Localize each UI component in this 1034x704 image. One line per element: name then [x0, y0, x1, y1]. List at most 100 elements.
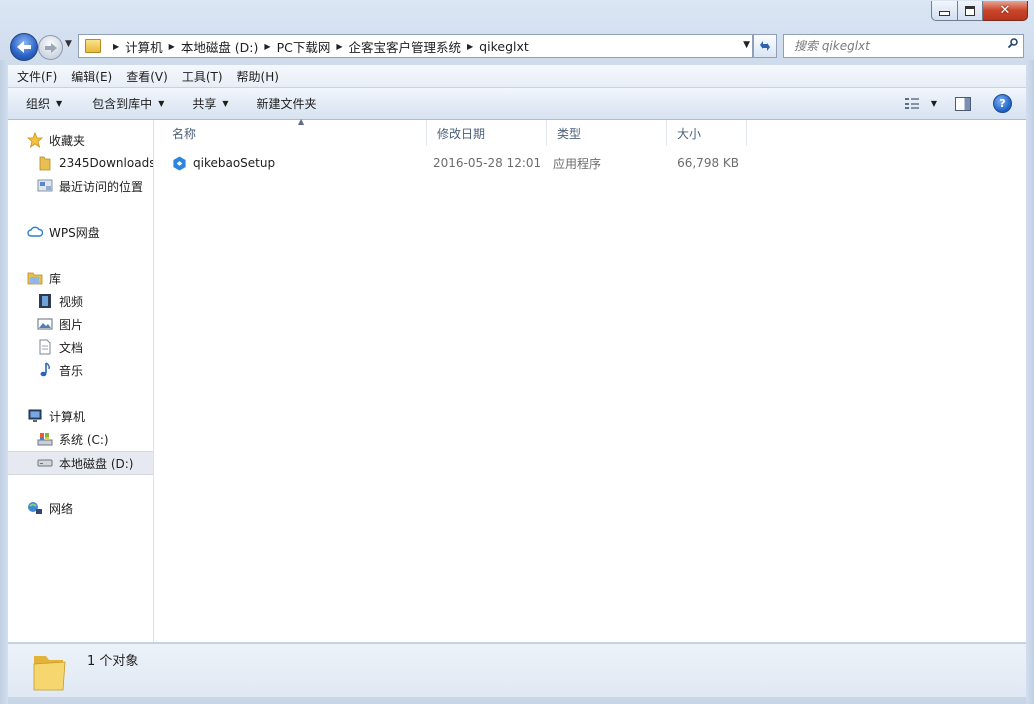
nav-libraries-label: 库 [49, 271, 62, 286]
nav-item-drive-d[interactable]: 本地磁盘 (D:) [8, 451, 153, 475]
window-border-right [1026, 60, 1034, 704]
nav-item-pictures[interactable]: 图片 [8, 313, 153, 335]
minimize-icon [939, 11, 950, 16]
refresh-button[interactable] [753, 34, 777, 58]
file-size: 66,798 KB [677, 156, 739, 170]
chevron-right-icon[interactable]: ▶ [113, 42, 119, 51]
search-icon[interactable] [1008, 38, 1018, 48]
command-bar: 组织 ▼ 包含到库中 ▼ 共享 ▼ 新建文件夹 ▼ ? [8, 88, 1026, 120]
nav-item-music[interactable]: 音乐 [8, 359, 153, 381]
breadcrumb-pcdownload[interactable]: PC下载网 [277, 37, 331, 56]
file-row[interactable]: qikebaoSetup 2016-05-28 12:01 应用程序 66,79… [164, 152, 744, 174]
file-modified: 2016-05-28 12:01 [433, 156, 542, 170]
nav-computer-label: 计算机 [49, 409, 86, 424]
sort-ascending-icon: ▲ [298, 117, 305, 126]
chevron-right-icon[interactable]: ▶ [336, 42, 342, 51]
breadcrumb-qikebao-system[interactable]: 企客宝客户管理系统 [349, 37, 462, 56]
view-controls: ▼ ? [904, 88, 1026, 119]
computer-icon [27, 408, 43, 424]
arrow-right-icon [44, 42, 57, 53]
nav-item-documents[interactable]: 文档 [8, 336, 153, 358]
recent-pages-dropdown[interactable]: ▼ [65, 39, 72, 49]
column-header-name[interactable]: 名称 ▲ [162, 117, 427, 146]
nav-item-label: 2345Downloads [59, 156, 154, 170]
new-folder-button[interactable]: 新建文件夹 [248, 92, 326, 116]
navigation-pane[interactable]: 收藏夹 2345Downloads 最近访问的位置 WPS网盘 库 视频 图片 [8, 120, 154, 642]
nav-item-2345downloads[interactable]: 2345Downloads [8, 152, 153, 174]
menu-view[interactable]: 查看(V) [121, 68, 173, 85]
preview-pane-icon[interactable] [955, 96, 971, 111]
minimize-button[interactable] [931, 1, 958, 21]
file-list[interactable]: 名称 ▲ 修改日期 类型 大小 qikebaoSetup 2016-05-28 … [154, 117, 1026, 642]
address-bar[interactable]: ▶ 计算机 ▶ 本地磁盘 (D:) ▶ PC下载网 ▶ 企客宝客户管理系统 ▶ … [78, 34, 753, 58]
file-name: qikebaoSetup [193, 156, 276, 170]
address-row: ▼ ▶ 计算机 ▶ 本地磁盘 (D:) ▶ PC下载网 ▶ 企客宝客户管理系统 … [0, 32, 1034, 61]
music-note-icon [37, 362, 53, 378]
folder-icon [37, 155, 53, 171]
menu-file[interactable]: 文件(F) [12, 68, 62, 85]
address-dropdown-icon[interactable]: ▼ [743, 40, 750, 50]
forward-button[interactable] [38, 35, 63, 60]
nav-item-label: 音乐 [59, 363, 84, 378]
breadcrumb-drive-d[interactable]: 本地磁盘 (D:) [181, 37, 259, 56]
hard-drive-icon [37, 455, 53, 471]
nav-favorites-label: 收藏夹 [49, 133, 86, 148]
cloud-icon [27, 224, 43, 240]
column-headers: 名称 ▲ 修改日期 类型 大小 [154, 117, 1026, 146]
nav-network[interactable]: 网络 [8, 497, 153, 519]
file-name-cell[interactable]: qikebaoSetup [172, 152, 275, 174]
chevron-right-icon[interactable]: ▶ [264, 42, 270, 51]
nav-item-drive-c[interactable]: 系统 (C:) [8, 428, 153, 450]
column-header-size[interactable]: 大小 [667, 120, 747, 146]
column-name-label: 名称 [172, 126, 197, 141]
recent-places-icon [37, 178, 53, 194]
column-size-label: 大小 [677, 126, 702, 141]
maximize-button[interactable] [958, 1, 983, 21]
star-icon [27, 132, 43, 148]
nav-libraries[interactable]: 库 [8, 267, 153, 289]
library-icon [27, 270, 43, 286]
system-drive-icon [37, 431, 53, 447]
menu-tools[interactable]: 工具(T) [177, 68, 228, 85]
help-button[interactable]: ? [993, 94, 1012, 113]
chevron-right-icon[interactable]: ▶ [467, 42, 473, 51]
column-modified-label: 修改日期 [437, 126, 486, 141]
nav-item-label: 文档 [59, 340, 84, 355]
organize-button[interactable]: 组织 ▼ [17, 92, 71, 116]
column-header-modified[interactable]: 修改日期 [427, 120, 547, 146]
nav-network-label: 网络 [49, 501, 74, 516]
menu-bar: 文件(F) 编辑(E) 查看(V) 工具(T) 帮助(H) [8, 65, 1026, 88]
search-box[interactable] [783, 34, 1024, 58]
menu-edit[interactable]: 编辑(E) [66, 68, 117, 85]
details-view-icon [904, 98, 919, 109]
nav-wps-cloud[interactable]: WPS网盘 [8, 221, 153, 243]
nav-item-recent-places[interactable]: 最近访问的位置 [8, 175, 153, 197]
nav-item-label: 系统 (C:) [59, 432, 109, 447]
include-in-library-button[interactable]: 包含到库中 ▼ [83, 92, 173, 116]
nav-computer[interactable]: 计算机 [8, 405, 153, 427]
back-button[interactable] [10, 33, 38, 61]
nav-favorites[interactable]: 收藏夹 [8, 129, 153, 151]
change-view-button[interactable]: ▼ [904, 98, 937, 109]
chevron-down-icon: ▼ [930, 99, 937, 108]
arrow-left-icon [17, 41, 31, 53]
column-header-type[interactable]: 类型 [547, 120, 667, 146]
nav-item-videos[interactable]: 视频 [8, 290, 153, 312]
menu-help[interactable]: 帮助(H) [232, 68, 284, 85]
document-icon [37, 339, 53, 355]
film-icon [37, 293, 53, 309]
close-button[interactable]: ✕ [983, 1, 1028, 21]
share-button[interactable]: 共享 ▼ [183, 92, 237, 116]
breadcrumb-computer[interactable]: 计算机 [125, 37, 163, 56]
window-border-left [0, 60, 8, 704]
chevron-right-icon[interactable]: ▶ [169, 42, 175, 51]
search-input[interactable] [792, 38, 1006, 54]
include-in-library-label: 包含到库中 [92, 97, 153, 111]
chevron-down-icon: ▼ [56, 99, 63, 108]
nav-wps-label: WPS网盘 [49, 225, 100, 240]
breadcrumb-qikeglxt[interactable]: qikeglxt [479, 39, 529, 54]
file-type: 应用程序 [553, 156, 602, 171]
help-icon: ? [999, 97, 1006, 110]
details-pane: 1 个对象 [8, 643, 1026, 697]
folder-icon [85, 39, 101, 53]
